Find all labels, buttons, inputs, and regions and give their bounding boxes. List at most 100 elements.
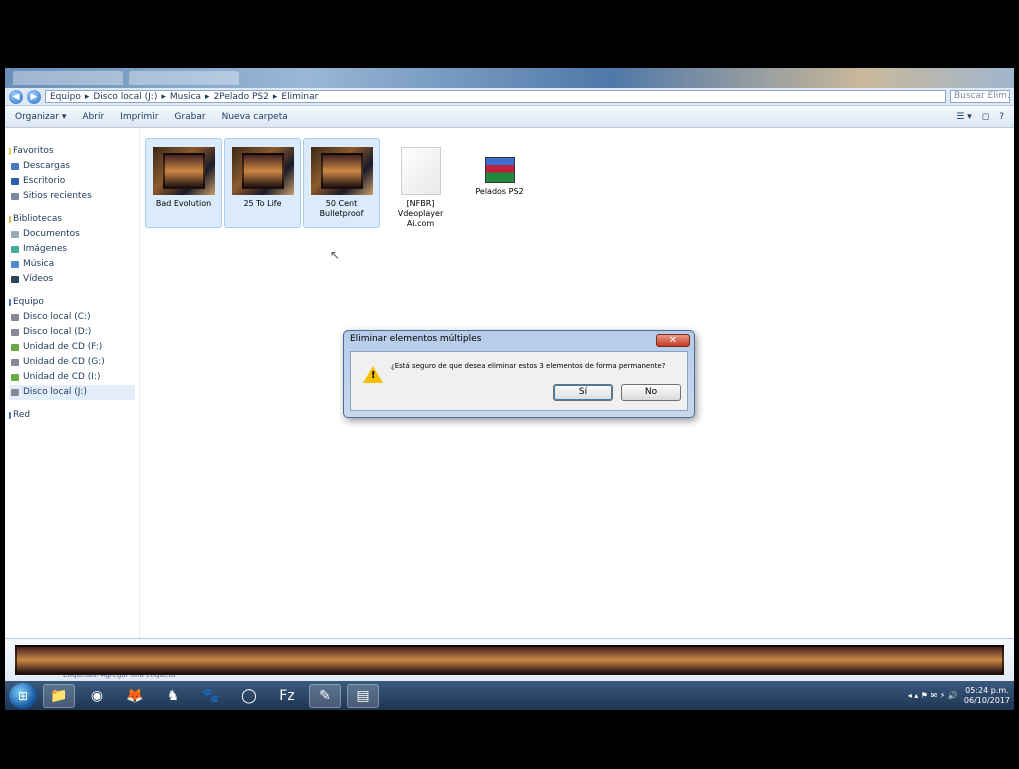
- yes-button[interactable]: Sí: [553, 384, 613, 401]
- taskbar-app-icon[interactable]: ◯: [233, 684, 265, 708]
- taskbar-app-icon[interactable]: 📁: [43, 683, 75, 708]
- file-name: 50 Cent Bulletproof: [319, 199, 364, 218]
- nav-item-label: Equipo: [13, 297, 44, 307]
- folder-icon: [11, 344, 19, 351]
- breadcrumb-item[interactable]: Equipo: [50, 92, 81, 102]
- command-bar: Organizar ▾ Abrir Imprimir Grabar Nueva …: [5, 106, 1014, 128]
- nav-group-header[interactable]: Equipo: [9, 295, 135, 310]
- burn-button[interactable]: Grabar: [174, 112, 205, 122]
- clock-time: 05:24 p.m.: [965, 685, 1009, 695]
- taskbar-app-icon[interactable]: ◉: [81, 684, 113, 708]
- window-tab[interactable]: [129, 71, 239, 85]
- desktop-screen: ◀ ▶ Equipo ▸ Disco local (J:) ▸ Musica ▸ 2P…: [5, 68, 1014, 710]
- details-pane: 3 elementos seleccionadosFecha de captur…: [5, 638, 1014, 681]
- file-item[interactable]: 25 To Life: [224, 138, 301, 228]
- breadcrumb-item[interactable]: Musica: [170, 92, 201, 102]
- taskbar-app-icon[interactable]: 🦊: [119, 684, 151, 708]
- open-button[interactable]: Abrir: [82, 112, 104, 122]
- back-button[interactable]: ◀: [9, 89, 23, 104]
- nav-item[interactable]: Sitios recientes: [9, 189, 135, 204]
- nav-item[interactable]: Unidad de CD (I:): [9, 370, 135, 385]
- folder-icon: [9, 148, 11, 155]
- mouse-cursor-icon: ↖: [330, 248, 341, 262]
- organize-button[interactable]: Organizar ▾: [15, 112, 66, 122]
- folder-icon: [11, 193, 19, 200]
- taskbar: ⊞ 📁 ◉ 🦊 ♞ 🐾 ◯ Fz ✎ ▤ ◂ ▴ ⚑ ✉ ⚡ 🔊 05:24 p.m. 06/10/2…: [5, 681, 1014, 710]
- nav-item[interactable]: Unidad de CD (F:): [9, 340, 135, 355]
- nav-item-label: Escritorio: [23, 176, 66, 186]
- nav-item-label: Red: [13, 410, 31, 420]
- folder-icon: [11, 261, 19, 268]
- document-icon: [400, 147, 441, 195]
- nav-item[interactable]: Música: [9, 257, 135, 272]
- folder-icon: [11, 231, 19, 238]
- nav-item[interactable]: Imágenes: [9, 242, 135, 257]
- nav-item[interactable]: Escritorio: [9, 174, 135, 189]
- video-thumbnail: [310, 147, 373, 195]
- nav-item[interactable]: Disco local (J:): [9, 385, 135, 400]
- archive-icon: [484, 157, 515, 183]
- taskbar-app-icon[interactable]: ♞: [157, 684, 189, 708]
- nav-item-label: Disco local (D:): [23, 327, 92, 337]
- file-name: [NFBR] Vdeoplayer Ai.com: [397, 199, 444, 228]
- breadcrumb-item[interactable]: Eliminar: [281, 92, 318, 102]
- nav-item[interactable]: Unidad de CD (G:): [9, 355, 135, 370]
- folder-icon: [11, 314, 19, 321]
- search-input[interactable]: Buscar Elim...: [950, 90, 1010, 103]
- file-item[interactable]: [NFBR] Vdeoplayer Ai.com: [382, 138, 459, 228]
- folder-icon: [11, 178, 19, 185]
- selection-thumbnail: [15, 645, 55, 675]
- breadcrumb-item[interactable]: Disco local (J:): [93, 92, 157, 102]
- nav-item-label: Disco local (J:): [23, 387, 87, 397]
- nav-item-label: Unidad de CD (F:): [23, 342, 103, 352]
- nav-item[interactable]: Vídeos: [9, 272, 135, 287]
- no-button[interactable]: No: [621, 384, 681, 401]
- file-list: Bad Evolution 25 To Life 50 Cent Bulletpro…: [145, 138, 538, 228]
- nav-item-label: Documentos: [23, 229, 80, 239]
- address-bar[interactable]: Equipo ▸ Disco local (J:) ▸ Musica ▸ 2Pelad…: [45, 90, 946, 103]
- taskbar-app-icon[interactable]: Fz: [271, 684, 303, 708]
- nav-group-header[interactable]: Red: [9, 408, 135, 423]
- view-options-button[interactable]: ☰ ▾: [956, 112, 971, 122]
- nav-group-header[interactable]: Bibliotecas: [9, 212, 135, 227]
- folder-icon: [11, 246, 19, 253]
- nav-item-label: Bibliotecas: [13, 214, 63, 224]
- navigation-pane: Favoritos Descargas Escritorio Sitios recie…: [5, 130, 140, 638]
- start-button[interactable]: ⊞: [9, 682, 37, 709]
- file-item[interactable]: Pelados PS2: [461, 138, 538, 228]
- nav-item-label: Vídeos: [23, 274, 54, 284]
- folder-icon: [11, 359, 19, 366]
- taskbar-app-icon[interactable]: 🐾: [195, 684, 227, 708]
- nav-item[interactable]: Descargas: [9, 159, 135, 174]
- help-button[interactable]: ?: [999, 112, 1004, 122]
- folder-icon: [11, 389, 19, 396]
- taskbar-app-icon[interactable]: ▤: [347, 683, 379, 708]
- nav-item[interactable]: Disco local (D:): [9, 325, 135, 340]
- preview-pane-button[interactable]: ◻: [982, 112, 989, 122]
- nav-item[interactable]: Disco local (C:): [9, 310, 135, 325]
- clock[interactable]: 05:24 p.m. 06/10/2017: [964, 686, 1010, 706]
- tray-icons[interactable]: ◂ ▴ ⚑ ✉ ⚡ 🔊: [908, 691, 958, 700]
- nav-item-label: Unidad de CD (G:): [23, 357, 105, 367]
- new-folder-button[interactable]: Nueva carpeta: [222, 112, 288, 122]
- warning-mark: !: [371, 370, 376, 381]
- clock-date: 06/10/2017: [963, 695, 1010, 705]
- nav-group-header[interactable]: Favoritos: [9, 144, 135, 159]
- print-button[interactable]: Imprimir: [120, 112, 158, 122]
- nav-item-label: Imágenes: [23, 244, 68, 254]
- nav-item-label: Descargas: [23, 161, 71, 171]
- taskbar-app-icon[interactable]: ✎: [309, 683, 341, 708]
- delete-confirm-dialog: Eliminar elementos múltiples ✕ ! ¿Está s…: [343, 330, 695, 418]
- dialog-title: Eliminar elementos múltiples: [350, 334, 482, 344]
- nav-item-label: Disco local (C:): [23, 312, 91, 322]
- close-icon[interactable]: ✕: [656, 334, 690, 347]
- nav-item[interactable]: Documentos: [9, 227, 135, 242]
- forward-button[interactable]: ▶: [27, 89, 41, 104]
- file-name: 25 To Life: [243, 199, 282, 208]
- file-item[interactable]: 50 Cent Bulletproof: [303, 138, 380, 228]
- file-item[interactable]: Bad Evolution: [145, 138, 222, 228]
- window-titlebar: [5, 68, 1014, 88]
- window-tab[interactable]: [13, 71, 123, 85]
- breadcrumb-item[interactable]: 2Pelado PS2: [214, 92, 269, 102]
- video-thumbnail: [152, 147, 215, 195]
